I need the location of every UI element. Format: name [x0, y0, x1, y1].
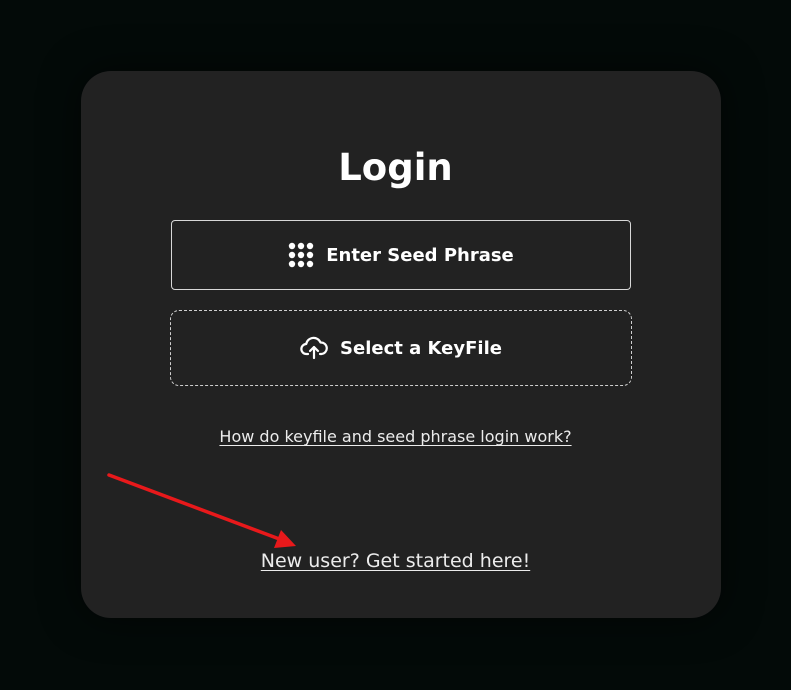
grid-dots-icon: [288, 242, 314, 268]
select-keyfile-label: Select a KeyFile: [340, 337, 502, 359]
page-title: Login: [338, 146, 453, 189]
login-help-link[interactable]: How do keyfile and seed phrase login wor…: [0, 426, 791, 448]
enter-seed-phrase-label: Enter Seed Phrase: [326, 244, 514, 266]
enter-seed-phrase-button[interactable]: Enter Seed Phrase: [171, 220, 631, 290]
select-keyfile-button[interactable]: Select a KeyFile: [170, 310, 632, 386]
cloud-upload-icon: [300, 336, 328, 360]
new-user-link[interactable]: New user? Get started here!: [0, 548, 791, 574]
